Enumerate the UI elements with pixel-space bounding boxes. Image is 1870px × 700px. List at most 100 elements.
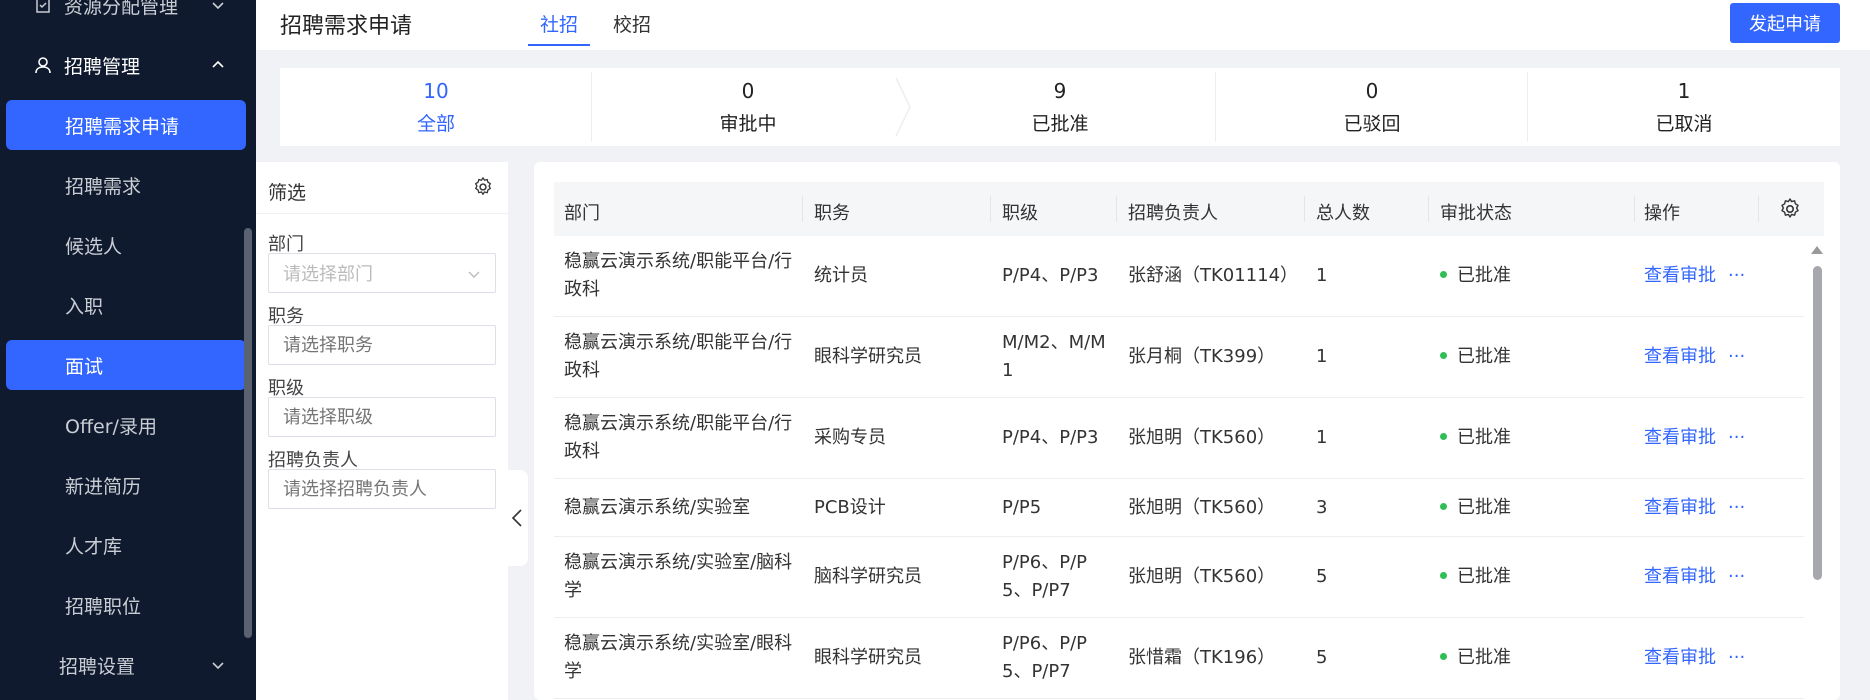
status-count: 0	[741, 78, 755, 103]
cell-actions: 查看审批 ···	[1644, 644, 1745, 672]
collapse-filter-button[interactable]	[506, 470, 528, 566]
cell-position: 脑科学研究员	[814, 566, 922, 587]
cell-dept: 稳赢云演示系统/实验室/脑科学	[564, 552, 793, 601]
chevron-down-icon	[212, 2, 224, 10]
table-card: 部门 职务 职级 招聘负责人 总人数 审批状态 操作 稳赢云演示系统/职能平台/…	[534, 162, 1840, 700]
table-scrollbar[interactable]	[1813, 266, 1822, 580]
cell-owner: 张旭明（TK560）	[1128, 427, 1276, 448]
cell-dept: 稳赢云演示系统/职能平台/行 政科	[564, 332, 793, 381]
view-approval-link[interactable]: 查看审批	[1644, 427, 1716, 448]
scroll-up-arrow-icon[interactable]	[1811, 246, 1823, 254]
table-row[interactable]: 稳赢云演示系统/职能平台/行 政科 采购专员 P/P4、P/P3 张旭明（TK56…	[554, 398, 1804, 479]
chevron-left-icon	[511, 509, 522, 527]
cell-total: 3	[1316, 497, 1328, 518]
cell-owner: 张惜霜（TK196）	[1128, 647, 1276, 668]
view-approval-link[interactable]: 查看审批	[1644, 566, 1716, 587]
sidebar-scrollbar[interactable]	[244, 228, 252, 638]
sidebar: 资源分配管理 招聘管理 招聘需求申请 招聘需求 候选人 入职 面试 Offer/…	[0, 0, 256, 700]
cell-total: 1	[1316, 427, 1328, 448]
table-header: 部门 职务 职级 招聘负责人 总人数 审批状态 操作	[554, 182, 1824, 236]
col-header-actions: 操作	[1644, 203, 1680, 224]
status-tab-approved[interactable]: 9 已批准	[904, 68, 1216, 146]
status-dot	[1440, 432, 1447, 440]
col-header-total: 总人数	[1316, 203, 1370, 224]
sidebar-item-label: 入职	[65, 295, 104, 318]
more-actions-icon[interactable]: ···	[1728, 497, 1745, 518]
sidebar-group-settings-label: 招聘设置	[59, 655, 136, 678]
more-actions-icon[interactable]: ···	[1728, 265, 1745, 286]
view-approval-link[interactable]: 查看审批	[1644, 346, 1716, 367]
status-dot	[1440, 502, 1447, 510]
table-row[interactable]: 稳赢云演示系统/职能平台/行 政科 眼科学研究员 M/M2、M/M 1 张月桐（TK…	[554, 317, 1804, 398]
level-input[interactable]	[268, 397, 496, 437]
cell-level: M/M2、M/M 1	[1002, 332, 1106, 381]
more-actions-icon[interactable]: ···	[1728, 346, 1745, 367]
cell-status: 已批准	[1440, 424, 1511, 452]
status-dot	[1440, 351, 1447, 359]
sidebar-item-label: 候选人	[65, 235, 123, 258]
more-actions-icon[interactable]: ···	[1728, 427, 1745, 448]
position-input[interactable]	[268, 325, 496, 365]
col-header-dept: 部门	[564, 203, 600, 224]
owner-input[interactable]	[268, 469, 496, 509]
gear-icon[interactable]	[472, 176, 494, 198]
filter-header: 筛选	[256, 162, 508, 214]
sidebar-group-recruit[interactable]: 招聘管理	[0, 40, 256, 90]
sidebar-item-recruit-request[interactable]: 招聘需求申请	[6, 100, 246, 150]
dept-select-placeholder: 请选择部门	[283, 264, 373, 285]
status-label: 审批中	[719, 112, 777, 135]
divider	[990, 196, 991, 222]
sidebar-item-new-resumes[interactable]: 新进简历	[6, 460, 246, 510]
status-tab-cancelled[interactable]: 1 已取消	[1528, 68, 1840, 146]
dept-select[interactable]: 请选择部门	[268, 253, 496, 293]
table-row[interactable]: 稳赢云演示系统/实验室/脑科学 脑科学研究员 P/P6、P/P 5、P/P7 张旭…	[554, 537, 1804, 618]
sidebar-item-job-positions[interactable]: 招聘职位	[6, 580, 246, 630]
more-actions-icon[interactable]: ···	[1728, 647, 1745, 668]
cell-position: 眼科学研究员	[814, 647, 922, 668]
column-settings-gear-icon[interactable]	[1778, 197, 1802, 221]
status-count: 0	[1365, 78, 1379, 103]
sidebar-item-candidates[interactable]: 候选人	[6, 220, 246, 270]
cell-actions: 查看审批 ···	[1644, 494, 1745, 522]
view-approval-link[interactable]: 查看审批	[1644, 647, 1716, 668]
cell-level: P/P6、P/P 5、P/P7	[1002, 552, 1087, 601]
filter-panel: 筛选 部门 请选择部门 职务 职级 招聘负责人	[256, 162, 508, 700]
sidebar-item-offer[interactable]: Offer/录用	[6, 400, 246, 450]
cell-dept: 稳赢云演示系统/职能平台/行 政科	[564, 251, 793, 300]
cell-actions: 查看审批 ···	[1644, 343, 1745, 371]
cell-actions: 查看审批 ···	[1644, 262, 1745, 290]
status-dot	[1440, 652, 1447, 660]
status-tab-all[interactable]: 10 全部	[280, 68, 592, 146]
cell-level: P/P4、P/P3	[1002, 265, 1099, 286]
sidebar-item-label: Offer/录用	[65, 415, 157, 438]
sidebar-item-label: 招聘职位	[65, 595, 142, 618]
chevron-down-icon	[468, 271, 480, 278]
user-icon	[30, 55, 56, 75]
sidebar-item-talent-pool[interactable]: 人才库	[6, 520, 246, 570]
cell-level: P/P5	[1002, 497, 1042, 518]
view-approval-link[interactable]: 查看审批	[1644, 265, 1716, 286]
sidebar-item-interview[interactable]: 面试	[6, 340, 246, 390]
sidebar-group-resource-label: 资源分配管理	[64, 0, 179, 18]
sidebar-item-onboarding[interactable]: 入职	[6, 280, 246, 330]
table-row[interactable]: 稳赢云演示系统/实验室 PCB设计 P/P5 张旭明（TK560） 3 已批准 …	[554, 479, 1804, 537]
divider	[1428, 196, 1429, 222]
sidebar-group-settings[interactable]: 招聘设置	[0, 640, 256, 690]
create-request-button[interactable]: 发起申请	[1730, 3, 1840, 43]
table-row[interactable]: 稳赢云演示系统/职能平台/行 政科 统计员 P/P4、P/P3 张舒涵（TK011…	[554, 236, 1804, 317]
cell-status: 已批准	[1440, 494, 1511, 522]
sidebar-item-recruit-demand[interactable]: 招聘需求	[6, 160, 246, 210]
cell-dept: 稳赢云演示系统/职能平台/行 政科	[564, 413, 793, 462]
cell-actions: 查看审批 ···	[1644, 563, 1745, 591]
sidebar-group-resource[interactable]: 资源分配管理	[0, 0, 256, 30]
status-count: 10	[423, 78, 449, 103]
status-tab-rejected[interactable]: 0 已驳回	[1216, 68, 1528, 146]
tab-campus-recruit[interactable]: 校招	[601, 10, 663, 46]
table-row[interactable]: 稳赢云演示系统/实验室/眼科学 眼科学研究员 P/P6、P/P 5、P/P7 张惜…	[554, 618, 1804, 699]
status-tab-pending[interactable]: 0 审批中	[592, 68, 911, 146]
more-actions-icon[interactable]: ···	[1728, 566, 1745, 587]
tab-social-recruit[interactable]: 社招	[528, 10, 591, 46]
status-label: 已驳回	[1343, 112, 1401, 135]
sidebar-item-label: 面试	[65, 355, 104, 378]
view-approval-link[interactable]: 查看审批	[1644, 497, 1716, 518]
